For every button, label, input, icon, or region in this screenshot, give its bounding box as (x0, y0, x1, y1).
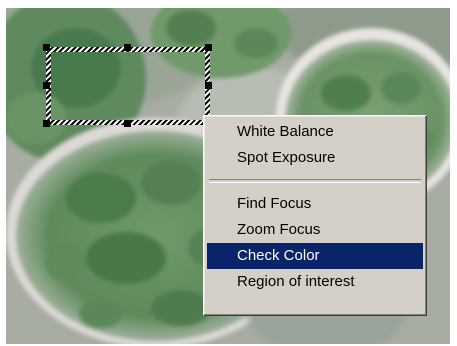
menu-item-check-color[interactable]: Check Color (207, 243, 423, 269)
roi-handle-top-right[interactable] (205, 44, 212, 51)
roi-handle-middle-right[interactable] (205, 82, 212, 89)
context-menu: White Balance Spot Exposure Find Focus Z… (203, 115, 427, 316)
menu-separator (209, 179, 421, 183)
menu-item-zoom-focus[interactable]: Zoom Focus (207, 217, 423, 243)
screenshot-frame: White Balance Spot Exposure Find Focus Z… (0, 0, 457, 346)
menu-item-region-of-interest[interactable]: Region of interest (207, 269, 423, 295)
roi-handle-middle-left[interactable] (43, 82, 50, 89)
roi-handle-bottom-left[interactable] (43, 120, 50, 127)
roi-handle-bottom-middle[interactable] (124, 120, 131, 127)
menu-item-white-balance[interactable]: White Balance (207, 119, 423, 145)
roi-handle-top-left[interactable] (43, 44, 50, 51)
menu-item-find-focus[interactable]: Find Focus (207, 191, 423, 217)
menu-item-spot-exposure[interactable]: Spot Exposure (207, 145, 423, 171)
region-of-interest-selection[interactable] (46, 47, 210, 125)
roi-handle-top-middle[interactable] (124, 44, 131, 51)
